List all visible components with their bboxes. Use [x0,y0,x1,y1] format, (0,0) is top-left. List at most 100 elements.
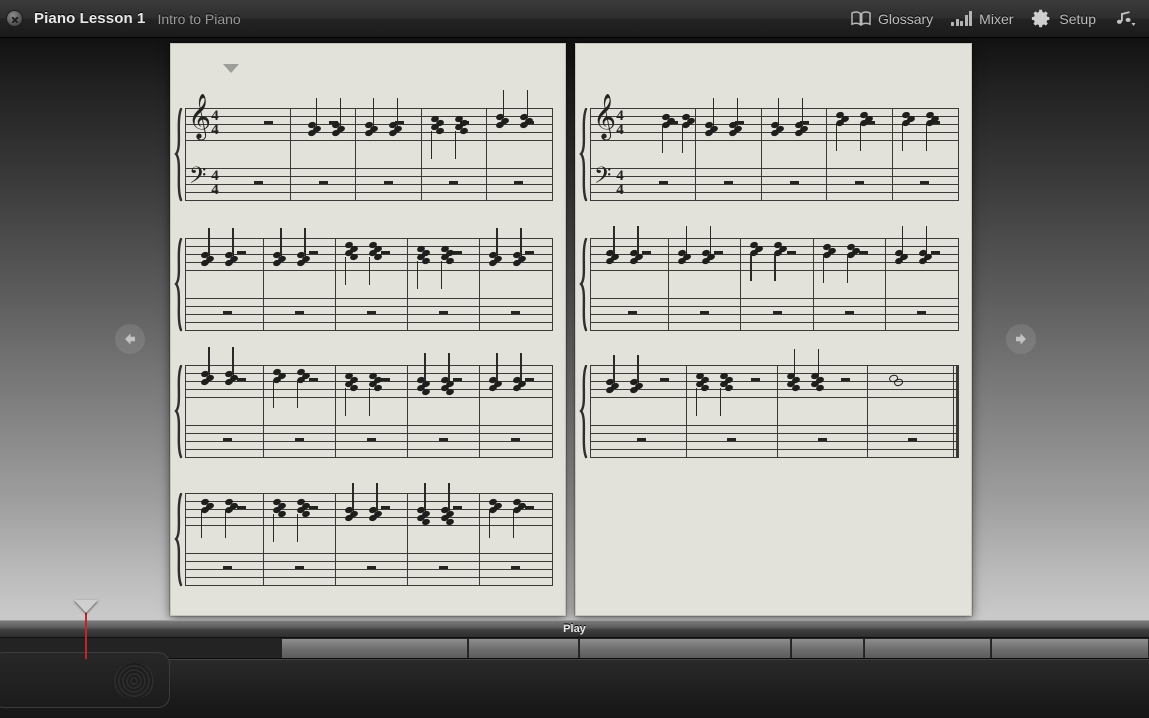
note-stem [685,226,687,254]
note-chord[interactable] [809,349,825,397]
staff-system[interactable] [174,339,553,461]
note-chord[interactable] [440,483,455,527]
note-chord[interactable] [200,493,215,538]
note-stem [662,125,664,153]
note-chord[interactable] [821,238,837,283]
note-chord[interactable] [845,238,861,283]
note-chord[interactable] [924,108,940,151]
note-chord[interactable] [272,493,287,542]
toolbar-item-music-menu[interactable] [1114,10,1143,27]
note-chord[interactable] [429,108,445,159]
note-chord[interactable] [224,228,239,270]
note-chord[interactable] [416,353,431,397]
note-chord[interactable] [512,228,527,270]
note-chord[interactable] [307,98,322,140]
note-chord[interactable] [770,98,785,140]
nav-prev-button[interactable] [115,324,145,354]
note-chord[interactable] [773,238,789,281]
playhead-line[interactable] [74,600,98,659]
note-chord[interactable] [695,365,710,416]
note-chord[interactable] [488,493,503,538]
note-chord[interactable] [677,226,692,270]
note-chord[interactable] [200,228,215,270]
note-chord[interactable] [344,238,359,285]
notehead [488,258,498,268]
timeline-segment[interactable] [792,639,864,658]
note-chord[interactable] [488,353,503,397]
note-chord[interactable] [272,228,287,270]
note-chord[interactable] [440,238,455,289]
score-page-1[interactable]: 𝄞 𝄢 4 4 4 4 [170,43,566,616]
staff-system[interactable]: 𝄞 𝄢 4 4 4 4 [174,82,553,204]
note-chord[interactable] [488,228,503,270]
note-stem [448,353,450,381]
note-chord[interactable] [224,493,239,538]
note-chord[interactable] [331,98,346,140]
note-chord[interactable] [629,355,644,397]
staff-system[interactable] [579,212,959,334]
note-chord[interactable] [887,365,904,397]
note-chord[interactable] [918,226,933,270]
note-chord[interactable] [512,353,527,397]
note-chord[interactable] [719,365,734,416]
staff-system[interactable] [174,467,553,589]
note-chord[interactable] [224,347,239,397]
note-chord[interactable] [296,228,311,270]
note-chord[interactable] [368,365,383,416]
note-chord[interactable] [453,108,469,159]
note-chord[interactable] [440,353,455,397]
timeline-segment[interactable] [282,639,468,658]
note-chord[interactable] [296,493,311,542]
note-chord[interactable] [416,238,431,289]
toolbar-item-mixer[interactable]: Mixer [951,11,1013,27]
note-chord[interactable] [364,98,380,140]
note-chord[interactable] [368,483,383,525]
staff-system[interactable]: 𝄞 𝄢 4 4 4 4 [579,82,959,204]
note-stem [520,228,522,256]
note-chord[interactable] [900,108,916,151]
timeline-track[interactable] [0,637,1149,659]
note-chord[interactable] [512,493,527,538]
toolbar-item-glossary[interactable]: Glossary [851,11,933,27]
note-chord[interactable] [605,355,620,397]
note-chord[interactable] [495,90,510,140]
note-chord[interactable] [894,226,909,270]
playhead-handle[interactable] [74,600,98,613]
staff-system[interactable] [174,212,553,334]
note-chord[interactable] [519,90,534,140]
note-chord[interactable] [416,483,431,527]
note-chord[interactable] [368,238,383,285]
note-chord[interactable] [200,347,215,397]
note-chord[interactable] [701,226,716,270]
timeline-segment[interactable] [580,639,791,658]
note-chord[interactable] [749,238,765,281]
note-chord[interactable] [681,108,696,153]
note-chord[interactable] [344,483,359,525]
note-chord[interactable] [728,98,744,140]
close-icon[interactable] [6,10,23,27]
note-chord[interactable] [661,108,676,153]
note-stem [902,226,904,254]
nav-next-button[interactable] [1006,324,1036,354]
speaker-grill-icon [113,663,155,699]
note-chord[interactable] [785,349,801,397]
note-chord[interactable] [272,365,287,408]
note-chord[interactable] [605,226,620,270]
note-chord[interactable] [344,365,359,416]
note-chord[interactable] [704,98,720,140]
toolbar-item-setup[interactable]: Setup [1031,8,1096,29]
timeline-segment[interactable] [469,639,579,658]
note-chord[interactable] [388,98,404,140]
note-chord[interactable] [859,108,874,151]
note-chord[interactable] [629,226,644,270]
note-chord[interactable] [794,98,809,140]
timeline-segment[interactable] [992,639,1149,658]
note-chord[interactable] [835,108,850,151]
score-page-2[interactable]: 𝄞 𝄢 4 4 4 4 [575,43,972,616]
score-position-marker[interactable] [223,64,239,73]
notepad-panel[interactable] [0,652,170,708]
timeline-segment[interactable] [865,639,991,658]
note-chord[interactable] [296,365,311,408]
play-status-bar: Play [0,620,1149,637]
staff-system[interactable] [579,339,959,461]
